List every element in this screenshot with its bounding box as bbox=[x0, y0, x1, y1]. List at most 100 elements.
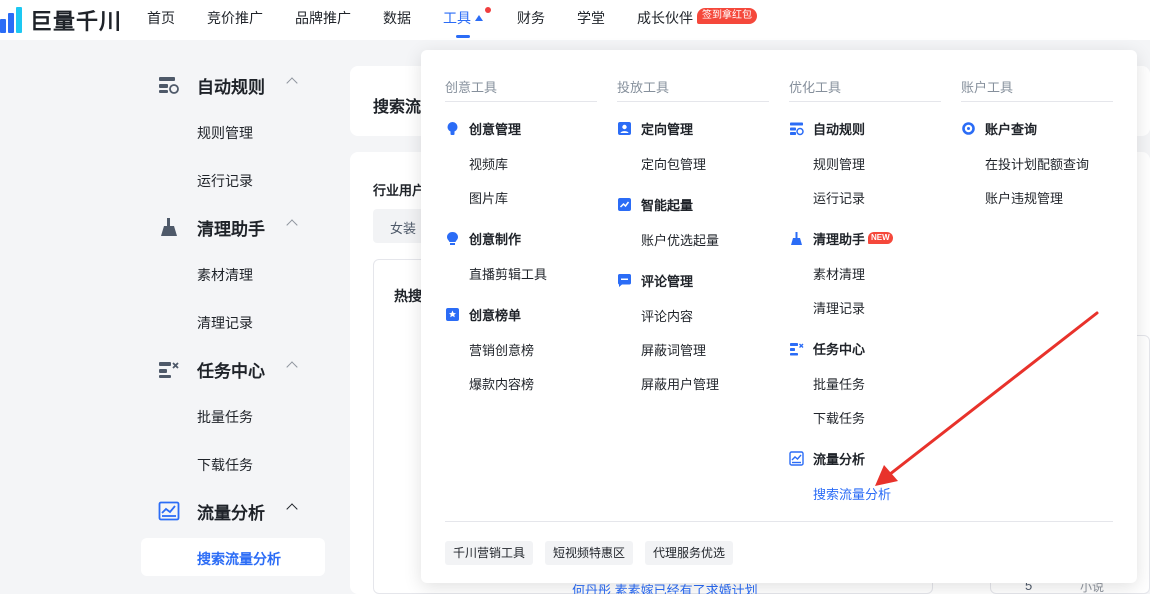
section-label: 智能起量 bbox=[641, 197, 694, 213]
link-download-tasks[interactable]: 下载任务 bbox=[813, 408, 865, 427]
section-label: 清理助手 bbox=[813, 231, 866, 247]
link-blocked-users[interactable]: 屏蔽用户管理 bbox=[641, 374, 719, 393]
comment-icon bbox=[617, 273, 632, 288]
hot-search-title: 热搜 bbox=[394, 288, 422, 304]
divider bbox=[789, 101, 941, 102]
sidebar-item-rule-management[interactable]: 规则管理 bbox=[197, 123, 253, 143]
section-smart-boost[interactable]: 智能起量 bbox=[617, 195, 693, 213]
chart-icon bbox=[789, 450, 804, 466]
sidebar-item-cleanup-records[interactable]: 清理记录 bbox=[197, 313, 253, 333]
section-label: 创意制作 bbox=[469, 231, 522, 247]
broom-icon bbox=[158, 217, 180, 237]
section-task-center[interactable]: 任务中心 bbox=[789, 339, 865, 357]
column-title-optimization-tools: 优化工具 bbox=[789, 80, 842, 95]
link-cleanup-records[interactable]: 清理记录 bbox=[813, 298, 865, 317]
nav-bidding[interactable]: 竞价推广 bbox=[207, 0, 263, 40]
sidebar-item-search-traffic-analysis[interactable]: 搜索流量分析 bbox=[141, 538, 325, 576]
divider bbox=[617, 101, 769, 102]
link-rule-management[interactable]: 规则管理 bbox=[813, 154, 865, 173]
industry-users-label: 行业用户 bbox=[373, 183, 426, 198]
tools-dropdown-menu: 创意工具 创意管理 视频库 图片库 创意制作 直播剪辑工具 创意榜单 营销创意榜… bbox=[421, 50, 1137, 583]
task-icon bbox=[158, 359, 180, 379]
sidebar-group-task-center[interactable]: 任务中心 bbox=[158, 357, 298, 381]
link-live-clip-tool[interactable]: 直播剪辑工具 bbox=[469, 264, 547, 283]
nav-growth-partner[interactable]: 成长伙伴 bbox=[637, 0, 693, 40]
task-icon bbox=[789, 341, 804, 356]
chart-icon bbox=[158, 501, 180, 521]
link-plan-quota-query[interactable]: 在投计划配额查询 bbox=[985, 154, 1089, 173]
link-image-library[interactable]: 图片库 bbox=[469, 188, 508, 207]
sidebar-group-traffic-analysis[interactable]: 流量分析 bbox=[158, 499, 298, 523]
sidebar-item-run-records[interactable]: 运行记录 bbox=[197, 171, 253, 191]
section-label: 流量分析 bbox=[813, 451, 866, 467]
section-creative-production[interactable]: 创意制作 bbox=[445, 229, 521, 247]
column-title-delivery-tools: 投放工具 bbox=[617, 80, 670, 95]
page-title: 搜索流 bbox=[373, 99, 422, 116]
sidebar-item-material-cleanup[interactable]: 素材清理 bbox=[197, 265, 253, 285]
search-gear-icon bbox=[961, 121, 976, 136]
link-run-records[interactable]: 运行记录 bbox=[813, 188, 865, 207]
nav-data[interactable]: 数据 bbox=[383, 0, 411, 40]
section-creative-management[interactable]: 创意管理 bbox=[445, 119, 521, 137]
link-material-cleanup[interactable]: 素材清理 bbox=[813, 264, 865, 283]
divider bbox=[445, 521, 1113, 522]
link-account-boost[interactable]: 账户优选起量 bbox=[641, 230, 719, 249]
nav-tools-label: 工具 bbox=[443, 10, 471, 26]
section-comment-management[interactable]: 评论管理 bbox=[617, 271, 693, 289]
promo-badge[interactable]: 签到拿红包 bbox=[697, 8, 757, 24]
rule-icon bbox=[789, 121, 804, 136]
column-title-account-tools: 账户工具 bbox=[961, 80, 1014, 95]
section-label: 自动规则 bbox=[813, 121, 866, 137]
column-title-creative-tools: 创意工具 bbox=[445, 80, 498, 95]
sidebar-item-download-tasks[interactable]: 下载任务 bbox=[197, 455, 253, 475]
logo-icon bbox=[0, 7, 22, 33]
link-batch-tasks[interactable]: 批量任务 bbox=[813, 374, 865, 393]
sidebar-item-label: 搜索流量分析 bbox=[197, 551, 281, 567]
nav-brand[interactable]: 品牌推广 bbox=[295, 0, 351, 40]
link-video-library[interactable]: 视频库 bbox=[469, 154, 508, 173]
sidebar-group-cleanup[interactable]: 清理助手 bbox=[158, 215, 298, 239]
link-blocked-words[interactable]: 屏蔽词管理 bbox=[641, 340, 706, 359]
chip-short-video-deals[interactable]: 短视频特惠区 bbox=[545, 541, 634, 565]
section-label: 任务中心 bbox=[813, 341, 866, 357]
link-targeting-package[interactable]: 定向包管理 bbox=[641, 154, 706, 173]
sidebar-group-auto-rules[interactable]: 自动规则 bbox=[158, 73, 298, 97]
sidebar-group-label: 自动规则 bbox=[197, 77, 265, 97]
chip-agency-services[interactable]: 代理服务优选 bbox=[645, 541, 734, 565]
nav-tools[interactable]: 工具 bbox=[443, 0, 483, 40]
divider bbox=[445, 101, 597, 102]
lightbulb-icon bbox=[445, 231, 460, 246]
logo[interactable]: 巨量千川 bbox=[0, 5, 122, 35]
nav-academy[interactable]: 学堂 bbox=[577, 0, 605, 40]
user-target-icon bbox=[617, 121, 632, 136]
caret-up-icon bbox=[475, 15, 483, 21]
section-auto-rules[interactable]: 自动规则 bbox=[789, 119, 865, 137]
sidebar-item-batch-tasks[interactable]: 批量任务 bbox=[197, 407, 253, 427]
nav-finance[interactable]: 财务 bbox=[517, 0, 545, 40]
link-account-violations[interactable]: 账户违规管理 bbox=[985, 188, 1063, 207]
section-cleanup-assistant[interactable]: 清理助手 NEW bbox=[789, 229, 893, 247]
section-label: 创意管理 bbox=[469, 121, 522, 137]
rule-icon bbox=[158, 75, 180, 95]
link-viral-content-ranking[interactable]: 爆款内容榜 bbox=[469, 374, 534, 393]
link-marketing-creative-ranking[interactable]: 营销创意榜 bbox=[469, 340, 534, 359]
chip-qianchuan-marketing-tools[interactable]: 千川营销工具 bbox=[445, 541, 534, 565]
section-creative-ranking[interactable]: 创意榜单 bbox=[445, 305, 521, 323]
sidebar-group-label: 清理助手 bbox=[197, 219, 265, 239]
trend-up-icon bbox=[617, 197, 632, 212]
nav-home[interactable]: 首页 bbox=[147, 0, 175, 40]
section-label: 定向管理 bbox=[641, 121, 694, 137]
section-label: 评论管理 bbox=[641, 273, 694, 289]
section-traffic-analysis[interactable]: 流量分析 bbox=[789, 449, 865, 467]
link-comment-content[interactable]: 评论内容 bbox=[641, 306, 693, 325]
sidebar-group-label: 任务中心 bbox=[197, 361, 265, 381]
sidebar-group-label: 流量分析 bbox=[197, 503, 265, 523]
section-account-query[interactable]: 账户查询 bbox=[961, 119, 1037, 137]
section-targeting-management[interactable]: 定向管理 bbox=[617, 119, 693, 137]
section-label: 账户查询 bbox=[985, 121, 1038, 137]
category-tag-label: 女装 bbox=[390, 221, 417, 236]
active-tab-indicator bbox=[456, 35, 470, 38]
link-search-traffic-analysis[interactable]: 搜索流量分析 bbox=[813, 484, 891, 503]
top-navigation: 巨量千川 首页 竞价推广 品牌推广 数据 工具 财务 学堂 成长伙伴 签到拿红包 bbox=[0, 0, 1150, 40]
section-label: 创意榜单 bbox=[469, 307, 522, 323]
